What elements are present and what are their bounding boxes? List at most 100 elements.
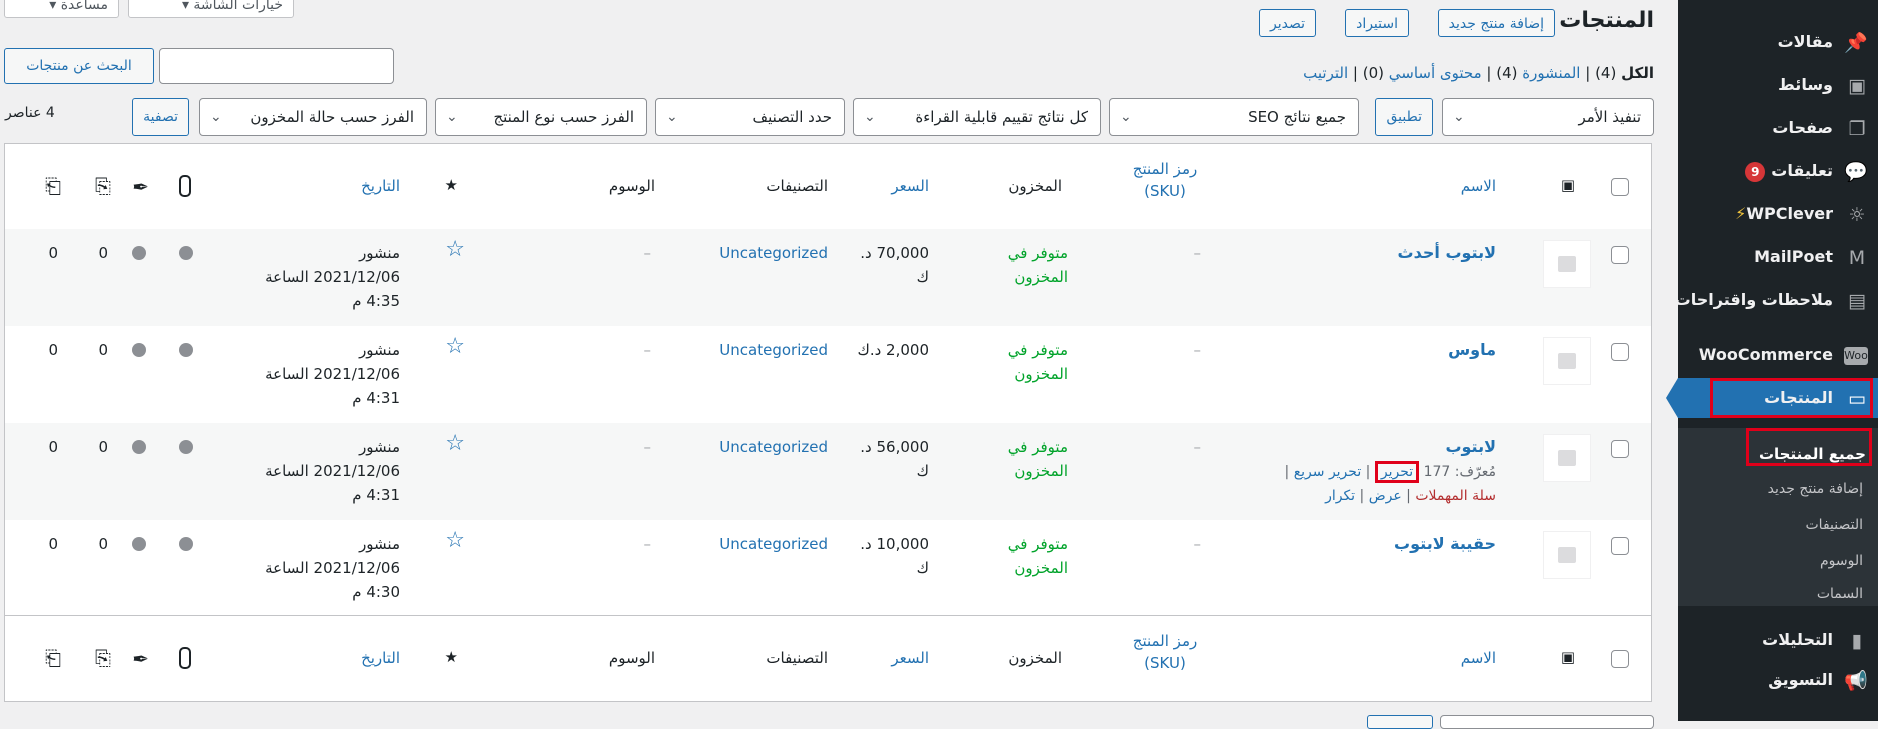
table-footer: ▣ الاسم رمز المنتج (SKU) المخزون السعر ا… xyxy=(5,615,1651,701)
duplicate-link[interactable]: تكرار xyxy=(1325,488,1355,504)
edit-link[interactable]: تحرير xyxy=(1374,461,1420,483)
product-name-link[interactable]: ماوس xyxy=(1448,338,1496,362)
search-products-button[interactable]: البحث عن منتجات xyxy=(4,48,154,84)
archive-icon: ▭ xyxy=(1848,388,1866,410)
product-name-link[interactable]: لابتوب أحدث xyxy=(1398,241,1496,265)
stock-status-filter-value: الفرز حسب حالة المخزون xyxy=(250,108,414,126)
product-type-filter-select[interactable]: الفرز حسب نوع المنتج ⌄ xyxy=(435,98,647,136)
submenu-attributes[interactable]: السمات xyxy=(1817,586,1863,602)
column-date[interactable]: التاريخ xyxy=(361,177,400,195)
submenu-add-product[interactable]: إضافة منتج جديد xyxy=(1768,481,1863,497)
incoming-links-icon[interactable]: ⎗ xyxy=(45,174,61,198)
quick-edit-link[interactable]: تحرير سريع xyxy=(1294,464,1362,480)
outgoing-links-icon[interactable]: ⎘ xyxy=(95,174,111,198)
product-name-link[interactable]: لابتوب xyxy=(1445,435,1496,459)
view-all[interactable]: الكل xyxy=(1621,64,1654,82)
seo-score-icon[interactable] xyxy=(179,175,191,197)
column-tags-footer: الوسوم xyxy=(608,649,655,667)
row-checkbox[interactable] xyxy=(1611,537,1629,555)
column-sku-footer[interactable]: رمز المنتج (SKU) xyxy=(1125,630,1205,674)
screen-options-label: خيارات الشاشة xyxy=(193,0,283,13)
import-button[interactable]: استيراد xyxy=(1345,9,1409,37)
trash-link[interactable]: سلة المهملات xyxy=(1415,488,1496,504)
sidebar-item-wpclever-label: WPClever xyxy=(1746,204,1833,223)
bulk-action-value: تنفيذ الأمر xyxy=(1578,108,1642,126)
sidebar-item-mailpoet[interactable]: M MailPoet xyxy=(1678,237,1878,277)
view-cornerstone[interactable]: محتوى أساسي xyxy=(1389,64,1482,82)
add-new-product-button[interactable]: إضافة منتج جديد xyxy=(1437,9,1555,37)
sidebar-item-pages[interactable]: ❐ صفحات xyxy=(1678,108,1878,148)
table-header: ▣ الاسم رمز المنتج (SKU) المخزون السعر ا… xyxy=(5,144,1651,230)
post-time: 4:31 م xyxy=(352,486,400,504)
outgoing-links-icon[interactable]: ⎘ xyxy=(95,646,111,670)
view-link[interactable]: عرض xyxy=(1369,488,1402,504)
readability-feather-icon[interactable]: ✒ xyxy=(132,175,149,199)
category-link[interactable]: Uncategorized xyxy=(719,435,828,459)
product-name-link[interactable]: حقيبة لابتوب xyxy=(1394,532,1496,556)
bulk-action-select-bottom[interactable] xyxy=(1440,715,1654,729)
column-price-footer[interactable]: السعر xyxy=(891,649,929,667)
apply-button[interactable]: تطبيق xyxy=(1375,98,1433,136)
apply-button-bottom[interactable] xyxy=(1367,715,1433,729)
sidebar-item-woocommerce[interactable]: Woo WooCommerce xyxy=(1678,335,1878,375)
select-all-checkbox[interactable] xyxy=(1611,178,1629,196)
column-sku[interactable]: رمز المنتج (SKU) xyxy=(1125,158,1205,202)
column-name-footer[interactable]: الاسم xyxy=(1461,649,1496,667)
submenu-tags[interactable]: الوسوم xyxy=(1820,553,1863,569)
row-checkbox[interactable] xyxy=(1611,246,1629,264)
seo-score-icon[interactable] xyxy=(179,647,191,669)
product-id-label: مُعرّف: 177 xyxy=(1423,464,1496,480)
featured-star-icon[interactable]: ☆ xyxy=(445,335,465,359)
sidebar-item-feedback[interactable]: ▤ ملاحظات واقتراحات xyxy=(1675,280,1878,320)
sku-value: – xyxy=(1193,438,1202,456)
category-link[interactable]: Uncategorized xyxy=(719,532,828,556)
column-categories: التصنيفات xyxy=(766,177,828,195)
category-link[interactable]: Uncategorized xyxy=(719,241,828,265)
price-line1: 70,000 د. xyxy=(860,244,929,262)
featured-star-icon[interactable]: ☆ xyxy=(445,529,465,553)
column-price[interactable]: السعر xyxy=(891,177,929,195)
bulk-action-select[interactable]: تنفيذ الأمر ⌄ xyxy=(1442,98,1654,136)
submenu-categories[interactable]: التصنيفات xyxy=(1806,517,1864,533)
help-tab[interactable]: مساعدة ▾ xyxy=(4,0,119,18)
category-link[interactable]: Uncategorized xyxy=(719,338,828,362)
stock-status-filter-select[interactable]: الفرز حسب حالة المخزون ⌄ xyxy=(199,98,427,136)
chevron-down-icon: ⌄ xyxy=(210,109,222,125)
view-sort[interactable]: الترتيب xyxy=(1303,64,1348,82)
sidebar-item-marketing[interactable]: 📢 التسويق xyxy=(1678,660,1878,700)
seo-filter-select[interactable]: جميع نتائج SEO ⌄ xyxy=(1109,98,1359,136)
readability-feather-icon[interactable]: ✒ xyxy=(132,647,149,671)
row-checkbox[interactable] xyxy=(1611,440,1629,458)
incoming-links-icon[interactable]: ⎗ xyxy=(45,646,61,670)
view-filters: الكل (4) | المنشورة (4) | محتوى أساسي (0… xyxy=(1303,64,1654,82)
featured-star-icon[interactable]: ★ xyxy=(445,648,458,666)
view-published[interactable]: المنشورة xyxy=(1522,64,1580,82)
row-actions-2: سلة المهملات | عرض | تكرار xyxy=(1325,488,1496,504)
sidebar-item-analytics[interactable]: ▮ التحليلات xyxy=(1678,620,1878,660)
sidebar-item-products[interactable]: ▭ المنتجات xyxy=(1666,378,1878,418)
row-actions: مُعرّف: 177 تحرير | تحرير سريع | xyxy=(1285,460,1496,484)
stock-status-line2: المخزون xyxy=(1014,462,1068,480)
sidebar-item-comments[interactable]: 💬 تعليقات 9 xyxy=(1678,151,1878,191)
comments-icon: 💬 xyxy=(1844,161,1868,183)
stock-status-line1: متوفر في xyxy=(1007,244,1068,262)
filter-button[interactable]: تصفية xyxy=(132,98,189,136)
screen-options-tab[interactable]: خيارات الشاشة ▾ xyxy=(128,0,294,18)
column-name[interactable]: الاسم xyxy=(1461,177,1496,195)
sidebar-item-posts[interactable]: 📌 مقالات xyxy=(1678,22,1878,62)
sidebar-item-wpclever[interactable]: ☼ ⚡WPClever xyxy=(1678,194,1878,234)
featured-star-icon[interactable]: ☆ xyxy=(445,238,465,262)
export-button[interactable]: تصدير xyxy=(1258,9,1316,37)
category-filter-select[interactable]: حدد التصنيف ⌄ xyxy=(655,98,845,136)
post-time: 4:31 م xyxy=(352,389,400,407)
select-all-checkbox-footer[interactable] xyxy=(1611,650,1629,668)
sidebar-item-media[interactable]: ▣ وسائط xyxy=(1678,65,1878,105)
featured-star-icon[interactable]: ★ xyxy=(445,176,458,194)
column-date-footer[interactable]: التاريخ xyxy=(361,649,400,667)
stock-status-line2: المخزون xyxy=(1014,268,1068,286)
search-input[interactable] xyxy=(159,48,394,84)
featured-star-icon[interactable]: ☆ xyxy=(445,432,465,456)
row-checkbox[interactable] xyxy=(1611,343,1629,361)
submenu-all-products[interactable]: جميع المنتجات xyxy=(1759,445,1866,463)
readability-filter-select[interactable]: كل نتائج تقييم قابلية القراءة ⌄ xyxy=(853,98,1101,136)
